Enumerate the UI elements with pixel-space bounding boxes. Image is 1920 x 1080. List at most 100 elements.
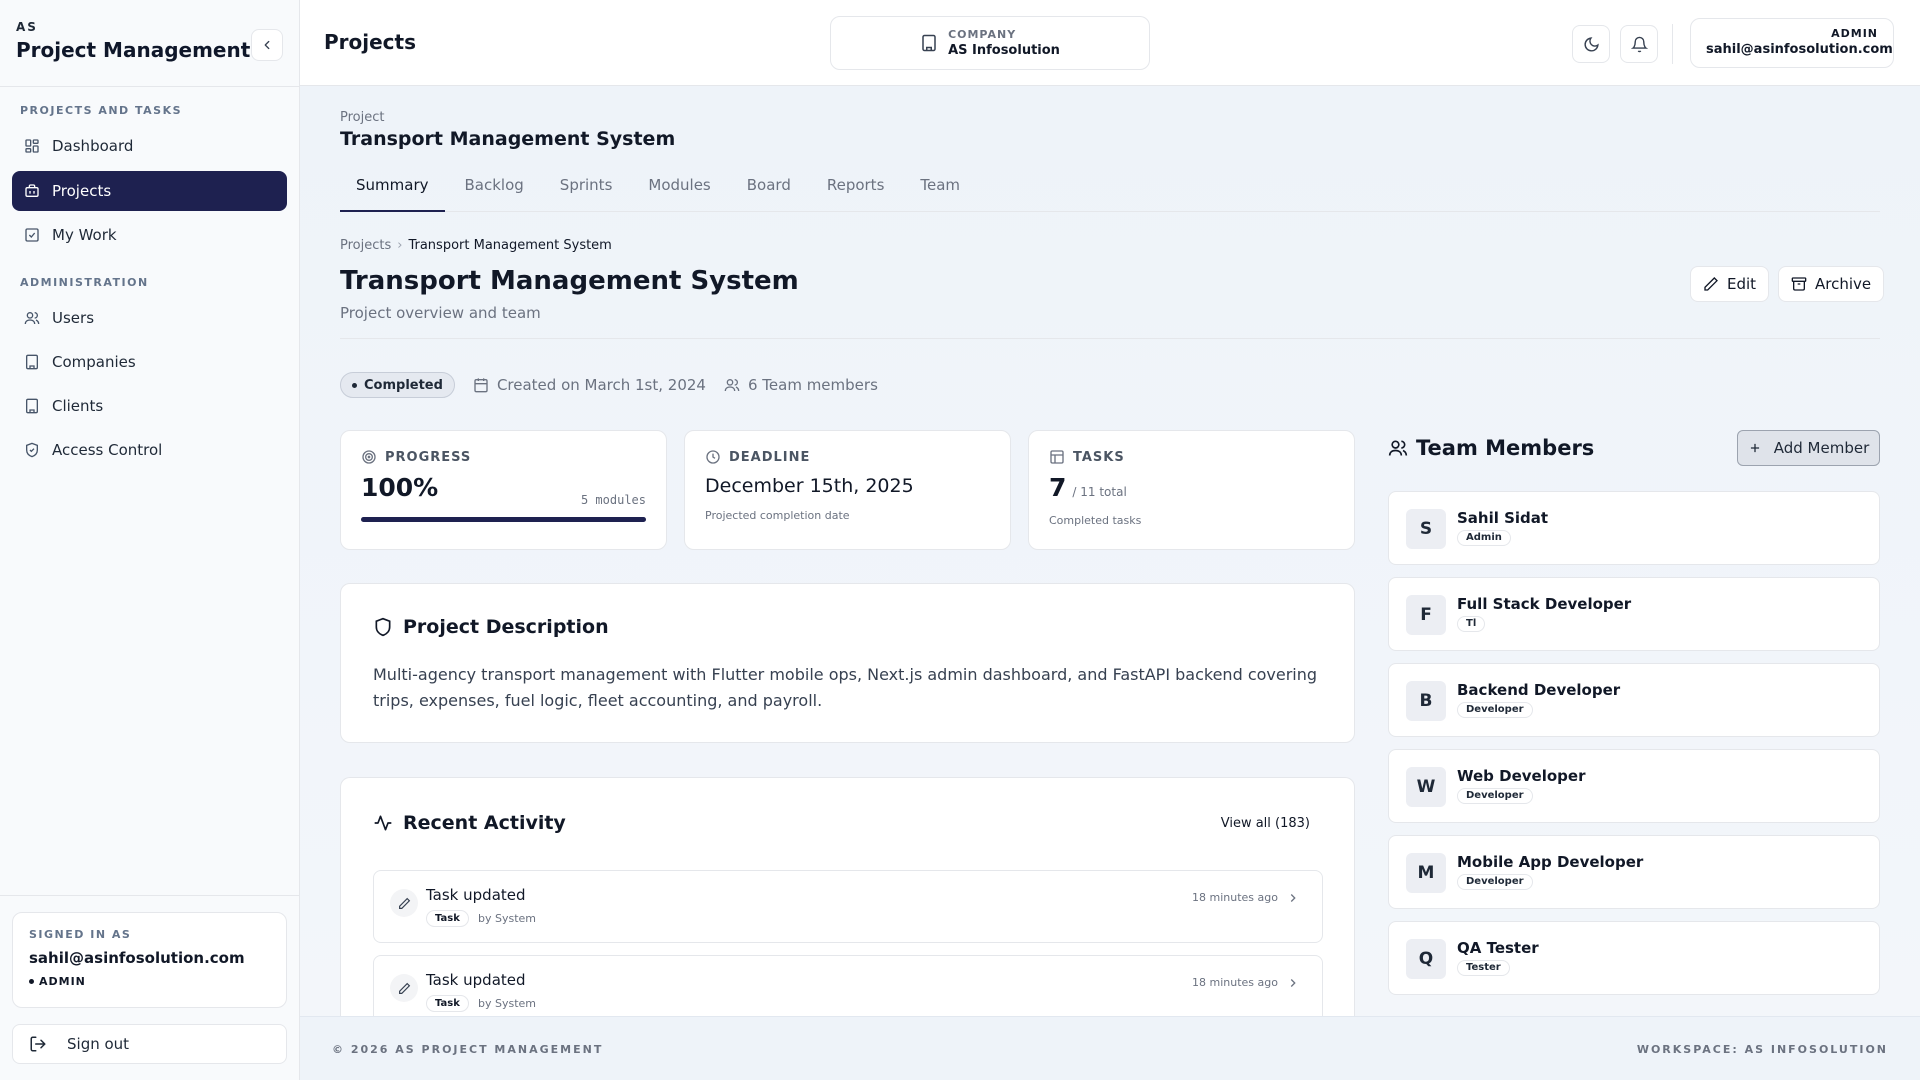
team-member-card[interactable]: S Sahil Sidat Admin [1388, 491, 1880, 565]
tab-team[interactable]: Team [904, 170, 976, 212]
edit-label: Edit [1727, 275, 1757, 293]
activity-badge: Task [426, 995, 469, 1012]
view-all-activity-link[interactable]: View all (183) [1221, 816, 1310, 831]
activity-icon [374, 815, 392, 831]
user-menu[interactable]: ADMIN sahil@asinfosolution.com [1690, 18, 1894, 68]
tasks-note: Completed tasks [1049, 514, 1142, 527]
project-description-card: Project Description Multi-agency transpo… [340, 583, 1355, 743]
avatar: M [1406, 853, 1446, 893]
calendar-icon [474, 378, 488, 393]
sidebar-item-users[interactable]: Users [12, 298, 287, 338]
page-title: Transport Management System [340, 266, 799, 296]
notifications-button[interactable] [1620, 25, 1658, 63]
archive-button[interactable]: Archive [1778, 266, 1885, 302]
sign-out-label: Sign out [67, 1035, 130, 1053]
tasks-done: 7 [1049, 473, 1067, 502]
signed-in-email: sahil@asinfosolution.com [29, 949, 245, 967]
tab-backlog[interactable]: Backlog [449, 170, 540, 212]
sidebar-item-clients[interactable]: Clients [12, 386, 287, 426]
chevron-right-icon [1290, 979, 1296, 987]
activity-title-text: Recent Activity [403, 812, 566, 834]
tab-board[interactable]: Board [731, 170, 807, 212]
team-member-card[interactable]: F Full Stack Developer Tl [1388, 577, 1880, 651]
user-email: sahil@asinfosolution.com [1706, 42, 1893, 57]
progress-modules: 5 modules [580, 493, 646, 507]
team-member-card[interactable]: M Mobile App Developer Developer [1388, 835, 1880, 909]
users-icon [24, 312, 40, 325]
member-name: Web Developer [1457, 767, 1586, 785]
avatar: F [1406, 595, 1446, 635]
sidebar-item-my-work[interactable]: My Work [12, 215, 287, 255]
sidebar-item-access-control[interactable]: Access Control [12, 430, 287, 470]
team-member-card[interactable]: Q QA Tester Tester [1388, 921, 1880, 995]
member-role-badge: Tester [1457, 960, 1510, 976]
activity-author: by System [478, 997, 537, 1010]
progress-label: PROGRESS [361, 449, 646, 465]
tasks-label: TASKS [1049, 449, 1334, 465]
sidebar-item-projects[interactable]: Projects [12, 171, 287, 211]
breadcrumb-current: Transport Management System [408, 238, 612, 253]
chevron-right-icon [1290, 894, 1296, 902]
member-role-badge: Developer [1457, 874, 1533, 890]
sidebar-item-dashboard[interactable]: Dashboard [12, 126, 287, 166]
activity-title-item: Task updated [426, 886, 526, 904]
users-icon [1388, 440, 1408, 456]
team-count: 6 Team members [724, 376, 878, 394]
activity-badge: Task [426, 910, 469, 927]
users-icon [724, 379, 740, 392]
sidebar-item-label: My Work [52, 226, 117, 244]
pencil-icon [390, 974, 418, 1002]
team-title-text: Team Members [1416, 436, 1595, 460]
breadcrumb-projects-link[interactable]: Projects [340, 238, 391, 253]
section-label-admin: ADMINISTRATION [20, 276, 149, 289]
sidebar-bottom-divider [0, 895, 300, 896]
pencil-icon [390, 889, 418, 917]
add-member-button[interactable]: Add Member [1737, 430, 1880, 466]
tab-modules[interactable]: Modules [632, 170, 726, 212]
sidebar-item-companies[interactable]: Companies [12, 342, 287, 382]
progress-bar-fill [361, 517, 646, 522]
activity-title: Recent Activity [373, 812, 1322, 834]
add-member-label: Add Member [1773, 439, 1870, 457]
description-text: Multi-agency transport management with F… [373, 665, 1318, 710]
activity-item[interactable]: Task updated Task by System 18 minutes a… [373, 870, 1323, 943]
sidebar-divider [0, 86, 300, 87]
team-member-card[interactable]: W Web Developer Developer [1388, 749, 1880, 823]
sign-out-button[interactable]: Sign out [12, 1024, 287, 1064]
footer: © 2026 AS PROJECT MANAGEMENT WORKSPACE: … [300, 1016, 1920, 1080]
tab-reports[interactable]: Reports [811, 170, 901, 212]
project-tabs: Summary Backlog Sprints Modules Board Re… [340, 170, 1880, 212]
company-label: COMPANY [948, 28, 1017, 41]
tab-sprints[interactable]: Sprints [544, 170, 629, 212]
team-count-text: 6 Team members [747, 376, 878, 394]
deadline-note: Projected completion date [705, 509, 850, 522]
tasks-card: TASKS 7 / 11 total Completed tasks [1028, 430, 1355, 550]
role-dot [29, 979, 34, 984]
section-label-projects: PROJECTS AND TASKS [20, 104, 183, 117]
collapse-sidebar-button[interactable] [251, 29, 283, 61]
theme-toggle-button[interactable] [1572, 25, 1610, 63]
archive-label: Archive [1815, 275, 1872, 293]
team-members-title: Team Members [1388, 436, 1594, 460]
activity-title-item: Task updated [426, 971, 526, 989]
tab-summary[interactable]: Summary [340, 170, 445, 212]
shield-icon [375, 617, 391, 637]
member-name: Backend Developer [1457, 681, 1621, 699]
project-meta: Completed Created on March 1st, 2024 6 T… [340, 372, 896, 398]
building-icon [26, 398, 38, 414]
avatar: S [1406, 509, 1446, 549]
footer-copyright: © 2026 AS PROJECT MANAGEMENT [332, 1043, 604, 1056]
created-date: Created on March 1st, 2024 [473, 376, 706, 394]
brand-title: Project Management [16, 38, 251, 62]
team-member-card[interactable]: B Backend Developer Developer [1388, 663, 1880, 737]
brand: AS Project Management [16, 20, 250, 62]
member-role-badge: Admin [1457, 530, 1511, 546]
status-text: Completed [364, 377, 443, 393]
checkbox-icon [25, 228, 39, 242]
activity-item[interactable]: Task updated Task by System 18 minutes a… [373, 955, 1323, 1016]
edit-button[interactable]: Edit [1690, 266, 1770, 302]
project-name: Transport Management System [340, 128, 676, 150]
company-switcher[interactable]: COMPANY AS Infosolution [830, 16, 1150, 70]
sidebar-item-label: Access Control [52, 441, 163, 459]
progress-card: PROGRESS 100% 5 modules [340, 430, 667, 550]
